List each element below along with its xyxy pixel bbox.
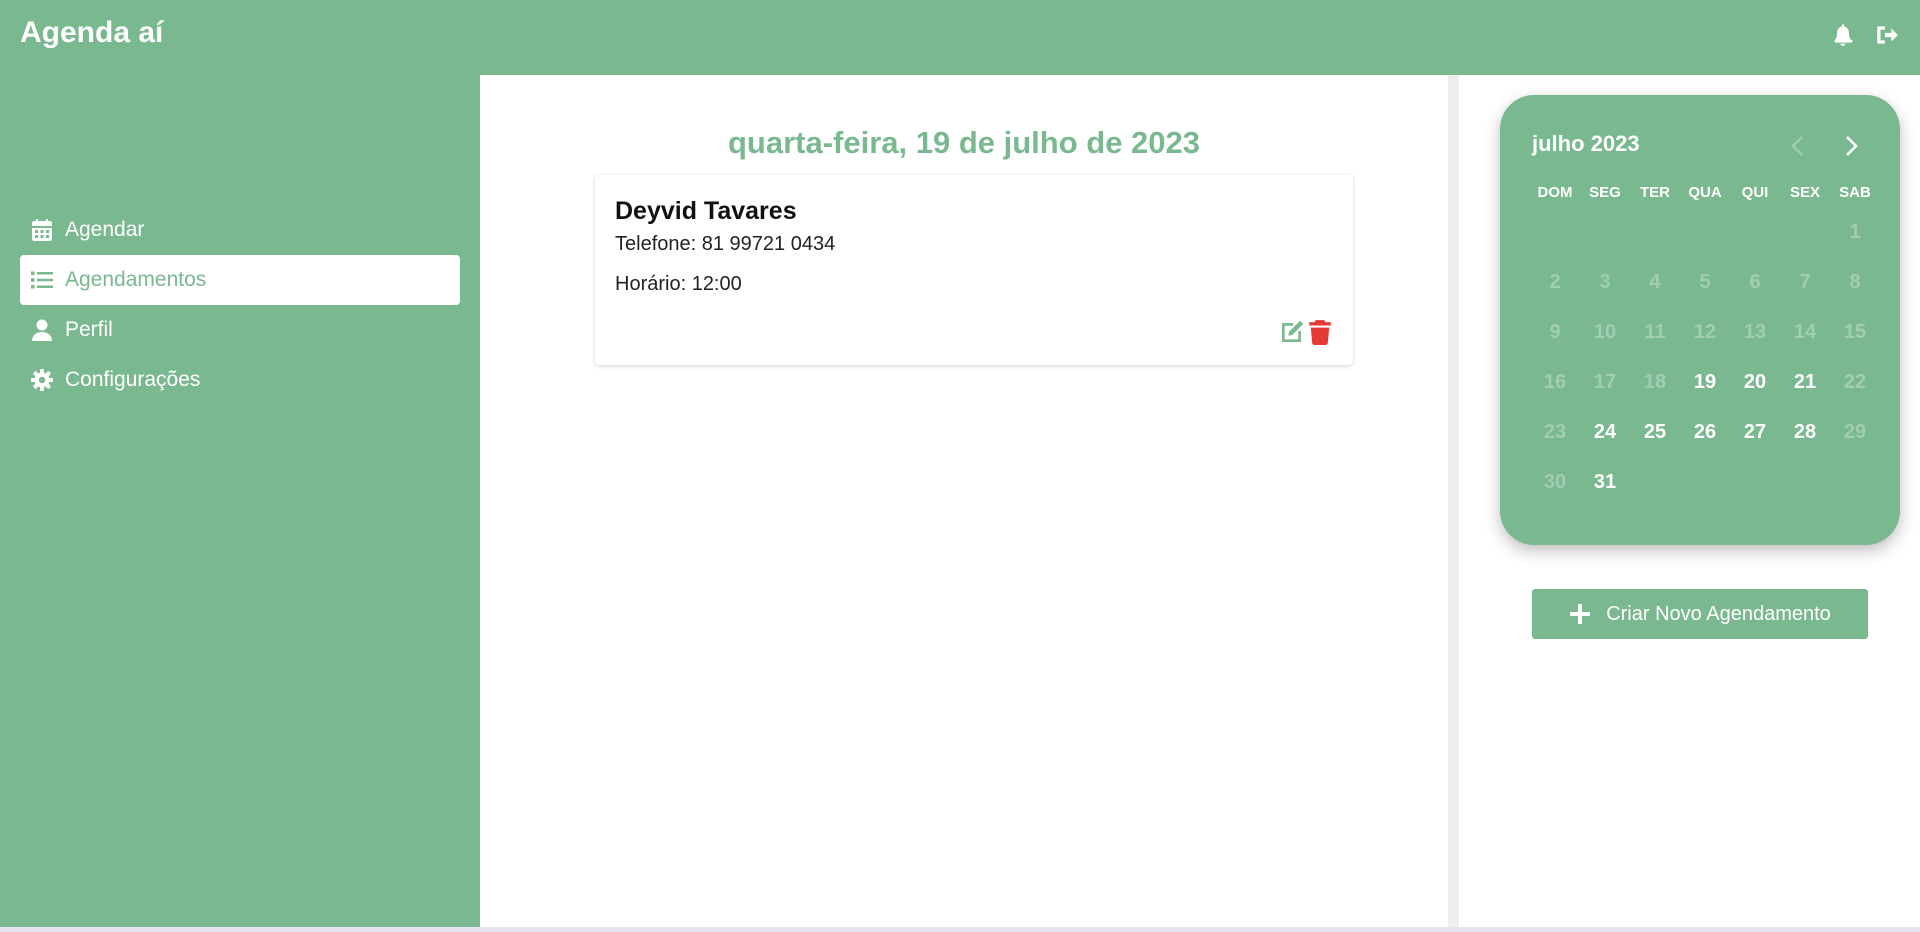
sidebar-item-label: Agendamentos — [65, 268, 207, 291]
calendar-day[interactable]: 28 — [1780, 407, 1830, 457]
calendar-day: 10 — [1593, 320, 1617, 343]
weekday-header: TER — [1640, 183, 1670, 201]
sidebar-item-label: Configurações — [65, 368, 201, 391]
calendar-day: 4 — [1649, 270, 1661, 293]
calendar-widget: julho 2023 DOM SEG TER QUA QUI SEX SAB 1 2 3 4 5 6 7 8… — [1500, 95, 1900, 545]
calendar-blank-cell — [1530, 207, 1580, 257]
calendar-day[interactable]: 26 — [1680, 407, 1730, 457]
weekday-header: QUA — [1688, 183, 1722, 201]
client-phone: Telefone: 81 99721 0434 — [615, 233, 836, 255]
calendar-blank-cell — [1780, 207, 1830, 257]
calendar-day: 11 — [1644, 320, 1666, 343]
weekday-header: DOM — [1537, 183, 1573, 201]
calendar-blank-cell — [1630, 207, 1680, 257]
user-icon — [30, 318, 54, 342]
calendar-blank-cell — [1680, 207, 1730, 257]
calendar-day: 23 — [1543, 420, 1567, 443]
sidebar-item-agendamentos[interactable]: Agendamentos — [20, 255, 460, 305]
plus-icon — [1569, 603, 1591, 625]
calendar-day: 13 — [1743, 320, 1767, 343]
calendar-day: 18 — [1643, 370, 1667, 393]
gear-icon — [30, 368, 54, 392]
calendar-month-label: julho 2023 — [1532, 131, 1640, 156]
calendar-day: 17 — [1593, 370, 1617, 393]
calendar-day: 5 — [1699, 270, 1711, 293]
calendar-day: 6 — [1749, 270, 1761, 293]
calendar-day: 7 — [1799, 270, 1811, 293]
appointment-card: Deyvid Tavares Telefone: 81 99721 0434 H… — [595, 175, 1353, 365]
card-actions — [1279, 319, 1333, 345]
calendar-next-button[interactable] — [1836, 131, 1866, 161]
calendar-day: 1 — [1849, 220, 1861, 243]
sidebar-item-label: Perfil — [65, 318, 113, 341]
sidebar-nav: Agendar Agendamentos Perfil Configuraçõe… — [20, 205, 460, 405]
calendar-day[interactable]: 31 — [1580, 457, 1630, 507]
calendar-day: 22 — [1843, 370, 1867, 393]
calendar-blank-cell — [1580, 207, 1630, 257]
weekday-header: SEX — [1789, 183, 1820, 201]
weekday-header: QUI — [1741, 183, 1769, 201]
calendar-grid: DOM SEG TER QUA QUI SEX SAB 1 2 3 4 5 6 7 8 9 10 11 12 13 14… — [1530, 177, 1880, 507]
weekday-header: SAB — [1839, 183, 1871, 201]
new-appointment-button[interactable]: Criar Novo Agendamento — [1532, 589, 1868, 639]
client-name: Deyvid Tavares — [615, 197, 797, 225]
list-icon — [30, 268, 54, 292]
calendar-day[interactable]: 20 — [1730, 357, 1780, 407]
calendar-day: 14 — [1793, 320, 1817, 343]
calendar-day: 2 — [1549, 270, 1561, 293]
top-bar: Agenda aí — [0, 0, 1920, 75]
weekday-header: SEG — [1589, 183, 1621, 201]
edit-icon[interactable] — [1279, 319, 1305, 345]
main-content: quarta-feira, 19 de julho de 2023 Deyvid… — [480, 75, 1448, 927]
sidebar: Agendar Agendamentos Perfil Configuraçõe… — [0, 75, 480, 927]
app-title: Agenda aí — [20, 16, 164, 49]
calendar-prev-button[interactable] — [1783, 131, 1813, 161]
calendar-day[interactable]: 27 — [1730, 407, 1780, 457]
selected-date-title: quarta-feira, 19 de julho de 2023 — [727, 125, 1201, 160]
calendar-day: 29 — [1843, 420, 1867, 443]
calendar-icon — [30, 218, 54, 242]
calendar-day[interactable]: 19 — [1680, 357, 1730, 407]
sidebar-item-configuracoes[interactable]: Configurações — [20, 355, 460, 405]
sidebar-item-perfil[interactable]: Perfil — [20, 305, 460, 355]
calendar-day: 12 — [1693, 320, 1717, 343]
calendar-day[interactable]: 24 — [1580, 407, 1630, 457]
calendar-day: 16 — [1543, 370, 1567, 393]
calendar-day: 30 — [1543, 470, 1567, 493]
trash-icon[interactable] — [1307, 319, 1333, 345]
sidebar-item-label: Agendar — [65, 218, 145, 241]
bell-icon[interactable] — [1830, 22, 1856, 48]
calendar-day: 9 — [1549, 320, 1561, 343]
calendar-day[interactable]: 25 — [1630, 407, 1680, 457]
calendar-day: 15 — [1843, 320, 1867, 343]
sidebar-item-agendar[interactable]: Agendar — [20, 205, 460, 255]
sign-out-icon[interactable] — [1874, 22, 1900, 48]
calendar-blank-cell — [1730, 207, 1780, 257]
panel-divider — [1448, 75, 1459, 927]
new-appointment-label: Criar Novo Agendamento — [1606, 602, 1831, 625]
calendar-day: 3 — [1599, 270, 1611, 293]
calendar-day[interactable]: 21 — [1780, 357, 1830, 407]
calendar-day: 8 — [1849, 270, 1861, 293]
appointment-time: Horário: 12:00 — [615, 273, 742, 295]
